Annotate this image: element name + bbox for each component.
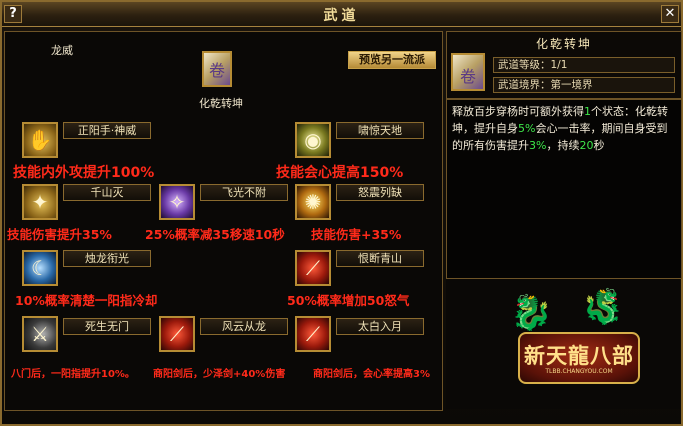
skill-icon-feiguangbufu[interactable]: ✧	[159, 184, 195, 220]
skill-effect-henduanqingshan: 50%概率增加50怒气	[287, 293, 410, 308]
scroll-icon: 卷	[459, 67, 476, 86]
dragon-icon: 🐉	[582, 287, 625, 327]
skill-description: 释放百步穿杨时可额外获得1个状态：化乾转坤，提升自身5%会心一击率，期间自身受到…	[452, 103, 678, 154]
skill-effect-feiguangbufu: 25%概率减35移速10秒	[145, 227, 285, 242]
desc-part: 秒	[593, 139, 605, 152]
desc-value: 3%	[529, 139, 547, 152]
strike-icon: ✦	[31, 190, 49, 214]
skill-info-icon: 卷	[451, 53, 485, 91]
skill-label-qianshanmie: 千山灭	[63, 184, 151, 201]
sword-icon: ⟋	[306, 322, 320, 346]
window-title: 武道	[323, 8, 360, 24]
skill-effect-xiaojingtiandi: 技能会心提高150%	[276, 165, 404, 181]
main-skill-icon[interactable]: 卷	[202, 51, 232, 87]
skill-description-box: 释放百步穿杨时可额外获得1个状态：化乾转坤，提升自身5%会心一击率，期间自身受到…	[446, 99, 682, 279]
moon-icon: ☾	[31, 256, 49, 280]
skill-icon-xiaojingtiandi[interactable]: ◉	[295, 122, 331, 158]
scroll-icon: 卷	[208, 61, 225, 80]
skill-tree-panel: 龙威 卷 化乾转坤 预览另一流派 ✋ 正阳手·神威 技能内外攻提升100% ◉ …	[4, 31, 443, 411]
close-button[interactable]: ✕	[661, 5, 679, 23]
light-icon: ✧	[168, 190, 186, 214]
roar-icon: ◉	[304, 128, 322, 152]
sword-icon: ⚔	[31, 322, 49, 346]
skill-icon-henduanqingshan[interactable]: ⟋	[295, 250, 331, 286]
blade-icon: ⟋	[170, 322, 184, 346]
skill-label-taibairuyue: 太白入月	[336, 318, 424, 335]
skill-icon-zhulongxianguang[interactable]: ☾	[22, 250, 58, 286]
desc-value: 5%	[518, 122, 536, 135]
skill-icon-nuzhenlieque[interactable]: ✺	[295, 184, 331, 220]
wudao-realm: 武道境界：第一境界	[493, 77, 675, 93]
skill-icon-sishengwumen[interactable]: ⚔	[22, 316, 58, 352]
thunder-icon: ✺	[304, 190, 322, 214]
wudao-window: ? 武道 ✕ 龙威 卷 化乾转坤 预览另一流派 ✋ 正阳手·神威 技能内外攻提升…	[0, 0, 683, 426]
palm-icon: ✋	[27, 128, 53, 152]
skill-label-zhengyangshou: 正阳手·神威	[63, 122, 151, 139]
desc-value: 20	[579, 139, 594, 152]
skill-label-xiaojingtiandi: 啸惊天地	[336, 122, 424, 139]
skill-icon-taibairuyue[interactable]: ⟋	[295, 316, 331, 352]
skill-label-fengyuncong: 风云从龙	[200, 318, 288, 335]
skill-effect-sishengwumen: 八门后，一阳指提升10%。	[11, 369, 135, 380]
main-skill-name: 化乾转坤	[199, 97, 243, 110]
preview-other-school-button[interactable]: 预览另一流派	[348, 51, 436, 69]
skill-info-title: 化乾转坤	[535, 37, 592, 51]
title-bar[interactable]: ? 武道 ✕	[2, 2, 681, 27]
skill-effect-nuzhenlieque: 技能伤害+35%	[311, 227, 402, 242]
desc-part: ，持续	[546, 139, 580, 152]
skill-info-header: 化乾转坤 卷 武道等级：1/1 武道境界：第一境界	[446, 31, 682, 99]
desc-part: 释放百步穿杨时可额外获得	[452, 105, 584, 118]
skill-effect-fengyuncong: 商阳剑后，少泽剑+40%伤害	[153, 369, 286, 380]
skill-effect-taibairuyue: 商阳剑后，会心率提高3%	[313, 369, 430, 380]
skill-label-feiguangbufu: 飞光不附	[200, 184, 288, 201]
skill-effect-zhulongxianguang: 10%概率清楚一阳指冷却	[15, 293, 158, 308]
skill-effect-qianshanmie: 技能伤害提升35%	[7, 227, 112, 242]
skill-label-nuzhenlieque: 怒震列缺	[336, 184, 424, 201]
dragon-icon: 🐉	[510, 293, 553, 333]
wudao-level: 武道等级：1/1	[493, 57, 675, 73]
skill-label-sishengwumen: 死生无门	[63, 318, 151, 335]
skill-label-zhulongxianguang: 烛龙衔光	[63, 250, 151, 267]
logo-text: 新天龍八部	[524, 344, 634, 368]
desc-value: 1	[584, 105, 591, 118]
game-logo: 新天龍八部 TLBB.CHANGYOU.COM	[518, 332, 640, 384]
skill-icon-fengyuncong[interactable]: ⟋	[159, 316, 195, 352]
skill-label-henduanqingshan: 恨断青山	[336, 250, 424, 267]
skill-icon-qianshanmie[interactable]: ✦	[22, 184, 58, 220]
logo-url: TLBB.CHANGYOU.COM	[545, 368, 613, 375]
faction-label: 龙威	[51, 44, 73, 57]
skill-icon-zhengyangshou[interactable]: ✋	[22, 122, 58, 158]
slash-icon: ⟋	[306, 256, 320, 280]
skill-effect-zhengyangshou: 技能内外攻提升100%	[13, 165, 155, 181]
